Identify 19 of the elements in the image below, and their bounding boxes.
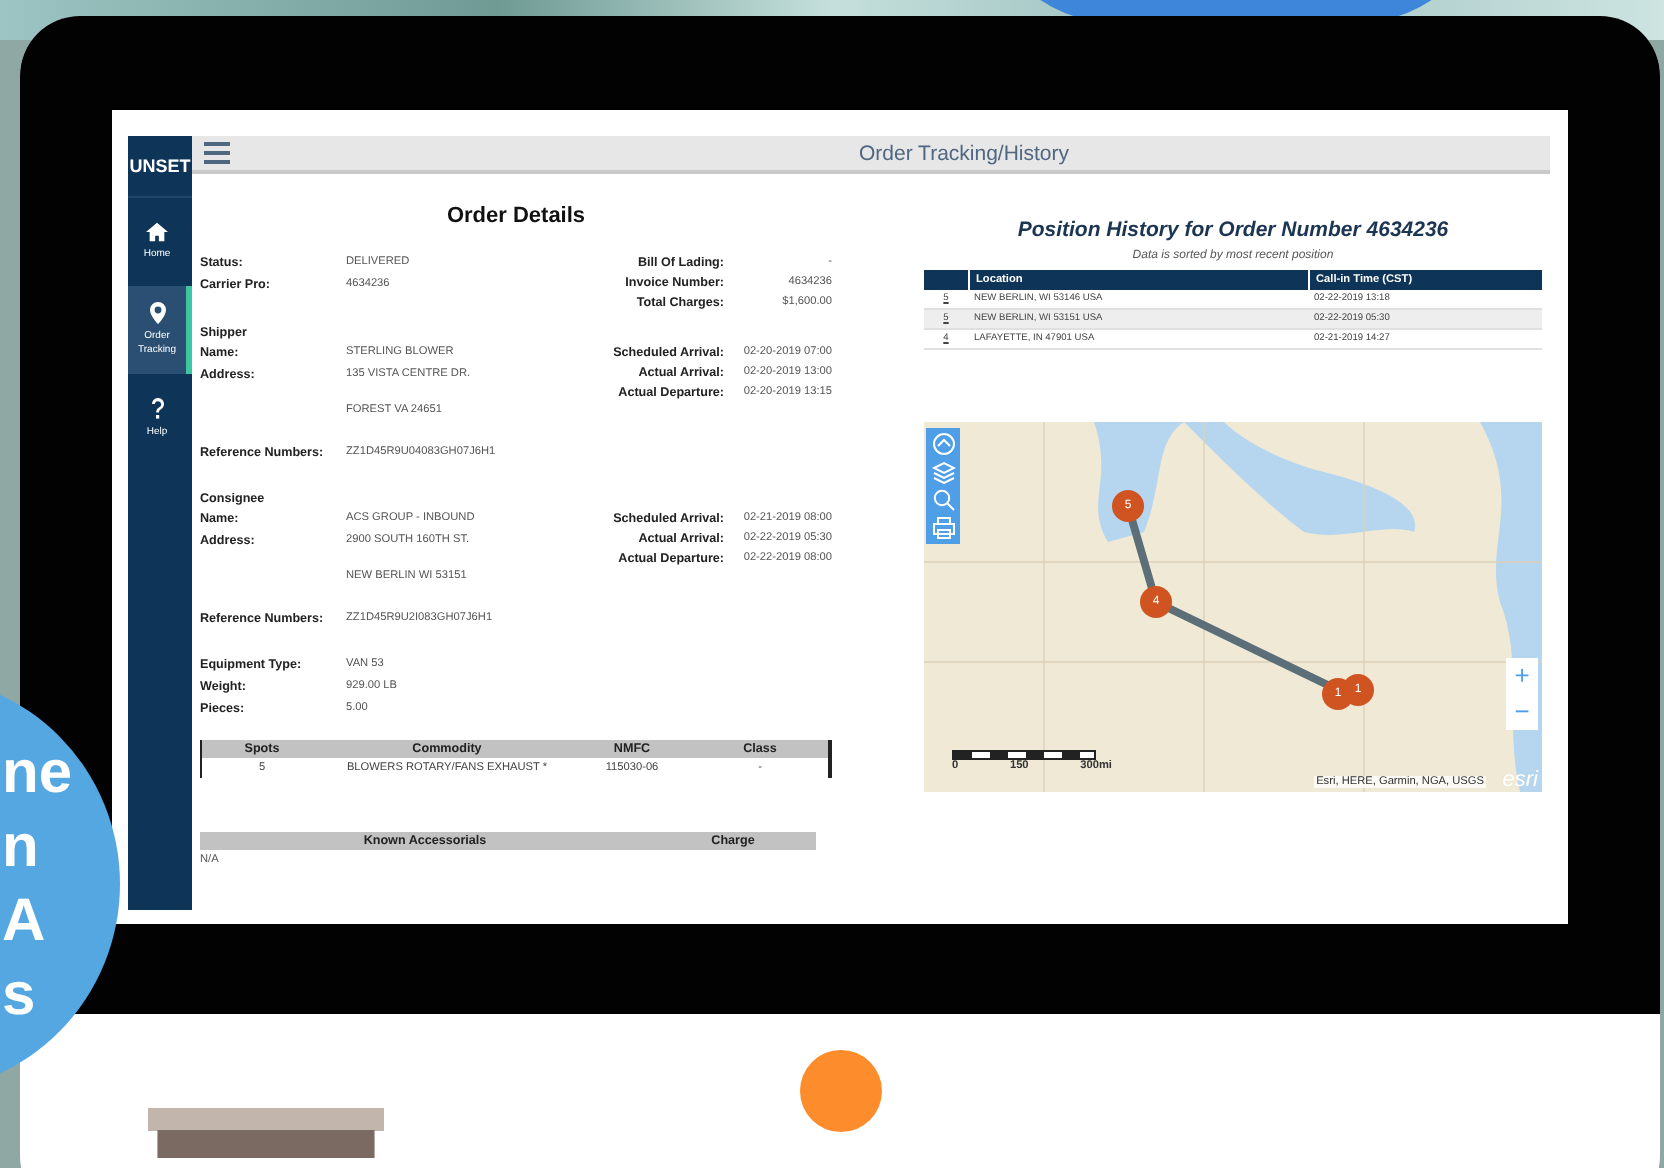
badge-text: n [2, 812, 39, 884]
help-icon [149, 397, 165, 419]
search-icon[interactable] [931, 488, 955, 512]
badge-text: s [2, 960, 36, 1032]
power-light [800, 1050, 882, 1132]
map-pin-icon [149, 302, 165, 324]
section-title: Order Details [444, 204, 588, 228]
menu-icon[interactable] [204, 142, 230, 164]
column-header [924, 270, 968, 290]
map-brand: esri [1502, 768, 1538, 792]
home-view-icon[interactable] [931, 432, 955, 456]
badge-text: A [2, 886, 46, 958]
home-icon [146, 222, 168, 242]
printer-icon[interactable] [931, 516, 955, 540]
page-title: Order Tracking/History [856, 141, 1072, 165]
layers-icon[interactable] [931, 460, 955, 484]
section-title: Position History for Order Number 4634236 [1015, 218, 1451, 242]
scale-bar [952, 750, 1096, 760]
badge-text: ne [2, 738, 73, 810]
